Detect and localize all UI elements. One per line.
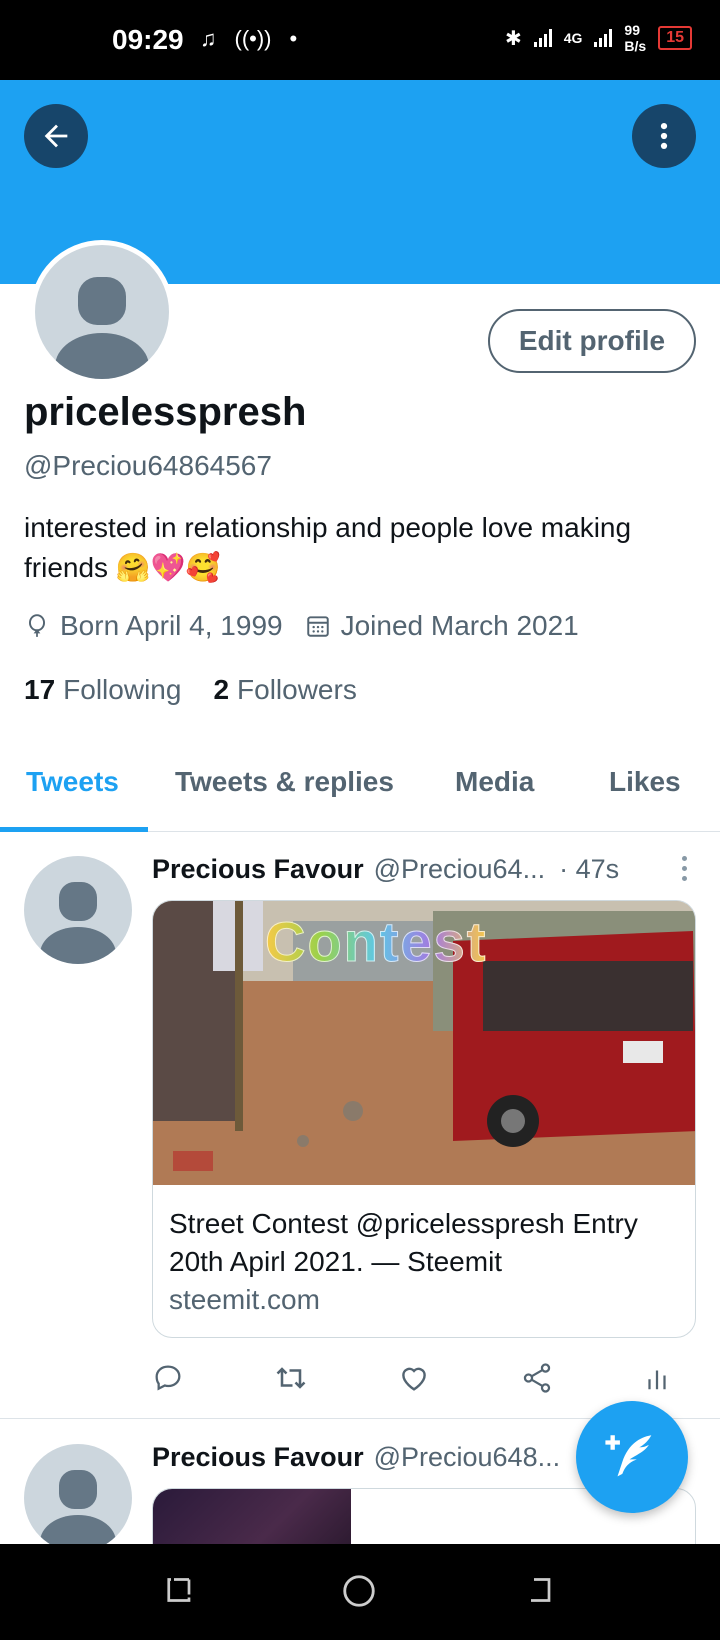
signal-icon-2 bbox=[594, 29, 613, 47]
profile-bio: interested in relationship and people lo… bbox=[24, 508, 704, 588]
link-card[interactable]: Contest Street Contest @pricelesspresh E… bbox=[152, 900, 696, 1338]
battery-indicator: 15 bbox=[658, 26, 692, 50]
hotspot-icon: ((•)) bbox=[234, 26, 272, 51]
tweet-avatar[interactable] bbox=[24, 1444, 132, 1544]
network-type: 4G bbox=[563, 30, 583, 46]
tab-likes[interactable]: Likes bbox=[609, 766, 681, 798]
following-link[interactable]: 17 Following bbox=[24, 674, 181, 706]
compose-tweet-button[interactable] bbox=[576, 1401, 688, 1513]
more-options-button[interactable] bbox=[632, 104, 696, 168]
followers-label: Followers bbox=[237, 674, 357, 705]
back-button[interactable] bbox=[24, 104, 88, 168]
tweet-author-name: Precious Favour bbox=[152, 854, 364, 884]
system-nav-bar bbox=[0, 1544, 720, 1640]
edit-profile-button[interactable]: Edit profile bbox=[488, 309, 696, 373]
notification-dot-icon: • bbox=[289, 26, 298, 51]
share-icon[interactable] bbox=[520, 1361, 554, 1395]
tweet-time: · 47s bbox=[559, 854, 620, 884]
calendar-icon bbox=[306, 616, 329, 637]
reply-icon[interactable] bbox=[152, 1362, 184, 1394]
bluetooth-icon: ✱ bbox=[504, 27, 522, 50]
retweet-icon[interactable] bbox=[273, 1360, 309, 1396]
signal-icon bbox=[533, 29, 552, 47]
recent-apps-icon[interactable] bbox=[162, 1572, 198, 1608]
tweet-author-name: Precious Favour bbox=[152, 1442, 364, 1472]
media-thumbnail bbox=[153, 1489, 351, 1544]
bio-emoji: 🤗💖🥰 bbox=[115, 552, 221, 583]
profile-meta: Born April 4, 1999 Joined March 2021 bbox=[24, 610, 601, 642]
link-card-title: Street Contest @pricelesspresh Entry 20t… bbox=[169, 1208, 638, 1277]
followers-count: 2 bbox=[213, 674, 230, 705]
balloon-icon bbox=[28, 614, 46, 637]
tweet-more-button[interactable] bbox=[682, 856, 688, 881]
display-name: pricelesspresh bbox=[24, 390, 307, 434]
net-speed-value: 99 bbox=[624, 22, 640, 38]
music-icon: ♫ bbox=[200, 26, 217, 51]
contest-overlay-text: Contest bbox=[264, 910, 488, 974]
net-speed-unit: B/s bbox=[624, 38, 647, 54]
analytics-icon[interactable] bbox=[642, 1361, 672, 1395]
tweet-author-handle: @Preciou648... bbox=[373, 1442, 561, 1472]
tab-media[interactable]: Media bbox=[455, 766, 534, 798]
feather-icon bbox=[605, 1435, 652, 1477]
back-nav-icon[interactable] bbox=[522, 1572, 558, 1608]
tweet-actions bbox=[152, 1360, 672, 1396]
follow-counts: 17 Following 2 Followers bbox=[24, 674, 357, 706]
tweet-avatar[interactable] bbox=[24, 856, 132, 964]
heart-icon[interactable] bbox=[397, 1361, 431, 1395]
following-label: Following bbox=[63, 674, 182, 705]
following-count: 17 bbox=[24, 674, 56, 705]
status-bar: 09:29 ♫ ((•)) • ✱ 4G 99 B/s 15 bbox=[0, 0, 720, 80]
birth-date: Born April 4, 1999 bbox=[60, 610, 283, 641]
arrow-left-icon bbox=[44, 124, 68, 148]
profile-tabs: Tweets Tweets & replies Media Likes bbox=[0, 744, 720, 832]
profile-handle: @Preciou64864567 bbox=[24, 450, 272, 481]
link-card-domain: steemit.com bbox=[169, 1284, 320, 1315]
more-vertical-icon bbox=[660, 122, 668, 150]
tweet[interactable]: Precious Favour @Preciou64... · 47s Cont… bbox=[0, 832, 720, 1418]
followers-link[interactable]: 2 Followers bbox=[213, 674, 356, 706]
tab-tweets[interactable]: Tweets bbox=[26, 766, 119, 798]
status-time: 09:29 bbox=[112, 24, 184, 55]
join-date: Joined March 2021 bbox=[340, 610, 579, 641]
link-card-image: Contest bbox=[153, 901, 695, 1185]
tweet-author-handle: @Preciou64... bbox=[373, 854, 546, 884]
tab-tweets-replies[interactable]: Tweets & replies bbox=[175, 766, 394, 798]
home-icon[interactable] bbox=[340, 1572, 378, 1610]
profile-avatar[interactable] bbox=[30, 240, 174, 384]
